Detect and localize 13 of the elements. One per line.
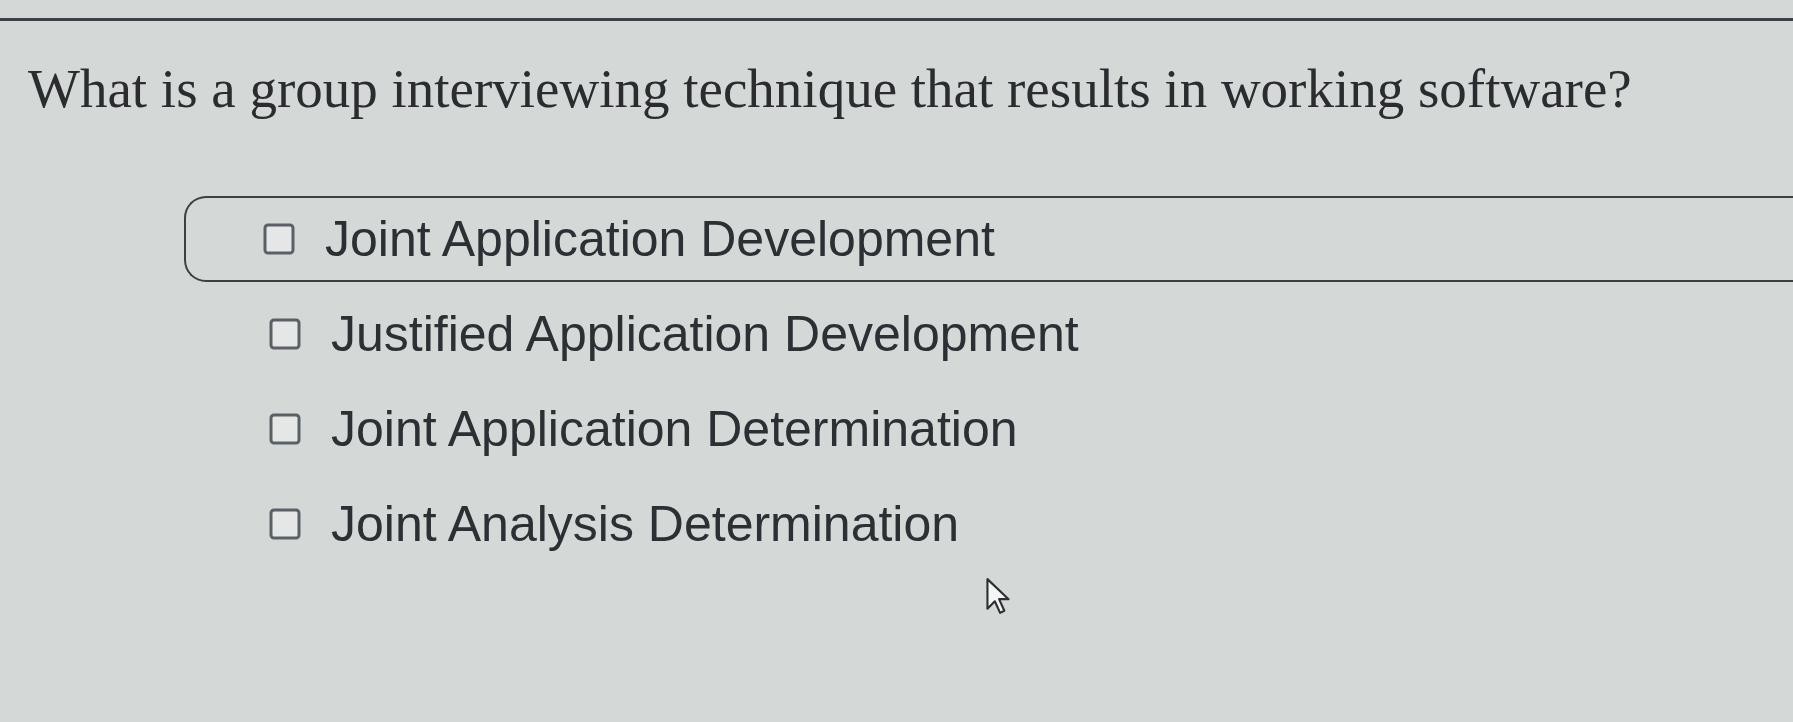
- checkbox[interactable]: [269, 318, 301, 350]
- option-label: Joint Application Development: [325, 214, 995, 264]
- option-label: Joint Application Determination: [331, 404, 1018, 454]
- checkbox[interactable]: [263, 223, 295, 255]
- option-label: Justified Application Development: [331, 309, 1079, 359]
- mouse-pointer-icon: [985, 577, 1011, 615]
- answer-option[interactable]: Joint Analysis Determination: [184, 481, 1793, 567]
- answer-option[interactable]: Joint Application Development: [184, 196, 1793, 282]
- checkbox[interactable]: [269, 413, 301, 445]
- answer-option[interactable]: Justified Application Development: [184, 291, 1793, 377]
- option-label: Joint Analysis Determination: [331, 499, 960, 549]
- answer-option[interactable]: Joint Application Determination: [184, 386, 1793, 472]
- checkbox[interactable]: [269, 508, 301, 540]
